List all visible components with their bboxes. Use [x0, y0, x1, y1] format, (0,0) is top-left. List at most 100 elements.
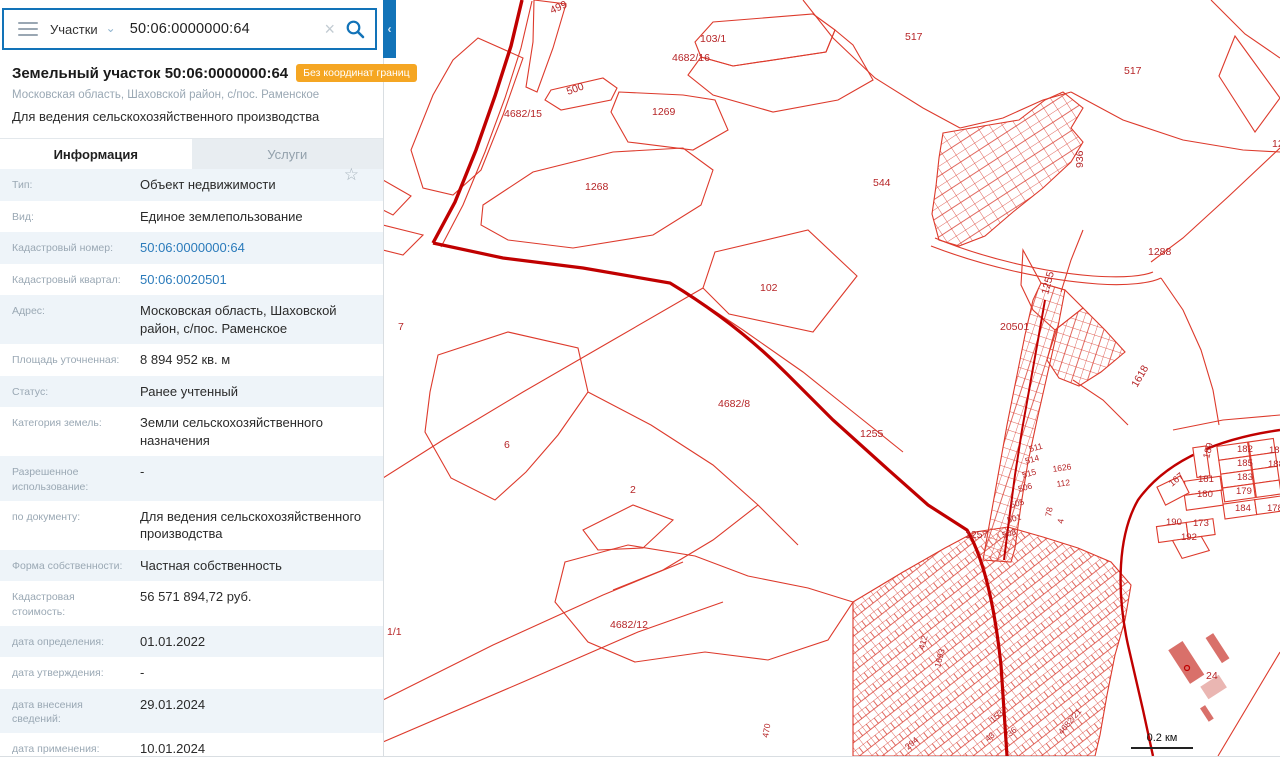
map-parcel-label: 1268 — [585, 181, 609, 193]
map-parcel-label: 181 — [1198, 474, 1214, 485]
row-value: Ранее учтенный — [140, 383, 238, 399]
row-label: Форма собственности: — [12, 559, 123, 572]
row-value: 01.01.2022 — [140, 633, 206, 649]
parcel-info-panel: Участки ⌄ 50:06:0000000:64 × Земельный у… — [0, 0, 417, 756]
app-window: Участки ⌄ 50:06:0000000:64 × Земельный у… — [0, 0, 1280, 762]
row-label: Статус: — [12, 385, 49, 398]
map-parcel-label: 24 — [1206, 670, 1218, 682]
row-value: 8 894 952 кв. м — [140, 352, 231, 368]
map-parcel-label: 7 — [398, 321, 404, 333]
table-row: Тип: Объект недвижимости — [0, 169, 383, 201]
map-parcel-label: 1269 — [652, 106, 676, 118]
table-row: Кадастровый квартал: 50:06:0020501 — [0, 264, 383, 296]
collapse-panel-button[interactable]: ‹ — [383, 0, 396, 58]
settlement-grid-areas — [852, 91, 1132, 757]
clear-search-icon[interactable]: × — [324, 20, 335, 38]
row-label: Тип: — [12, 179, 33, 191]
map-parcel-label: 936 — [1074, 150, 1086, 168]
row-value: Единое землепользование — [140, 208, 303, 224]
row-value: Земли сельскохозяйственного назначения — [140, 415, 323, 448]
map-parcel-label: 180 — [1197, 489, 1213, 500]
row-label: дата применения: — [12, 743, 100, 756]
row-label: Кадастровая стоимость: — [12, 591, 75, 618]
row-label: дата определения: — [12, 635, 105, 648]
map-area[interactable]: 499 103/1 4682/16 517 517 500 1269 4682/15 1268 5… — [382, 0, 1280, 757]
map-parcel-label: 1618 — [1129, 363, 1151, 389]
row-label: Категория земель: — [12, 417, 102, 430]
row-value: Для ведения сельскохозяйственного произв… — [140, 508, 362, 542]
map-parcel-label: 103/1 — [700, 33, 726, 45]
favorite-star-icon[interactable]: ☆ — [344, 166, 359, 183]
map-parcel-label: 1626 — [1052, 461, 1072, 474]
row-label: дата утверждения: — [12, 667, 104, 680]
search-bar[interactable]: Участки ⌄ 50:06:0000000:64 × — [2, 8, 377, 50]
row-label: Вид: — [12, 210, 34, 223]
parcel-attributes-table: Тип: Объект недвижимости Вид: Единое землеп… — [0, 169, 383, 762]
map-parcel-label: 188 — [1268, 459, 1280, 470]
parcel-usage-subtitle: Для ведения сельскохозяйственного произв… — [12, 109, 320, 124]
row-label: Кадастровый номер: — [12, 242, 114, 255]
map-parcel-label: 186 — [1269, 445, 1280, 456]
map-parcel-label: 189 — [1201, 442, 1216, 460]
parcel-address-subtitle: Московская область, Шаховской район, с/п… — [12, 89, 320, 101]
map-parcel-label: 2 — [630, 484, 636, 496]
map-parcel-label: 517 — [1124, 65, 1142, 77]
table-row: Статус: Ранее учтенный — [0, 375, 383, 408]
map-parcel-label: 102 — [760, 282, 778, 294]
numbered-parcel-blocks — [1155, 437, 1280, 560]
map-parcel-label: 184 — [1235, 503, 1251, 514]
map-parcel-label: 544 — [873, 177, 891, 189]
map-parcel-label: 1257 — [965, 529, 989, 541]
table-row: дата определения: 01.01.2022 — [0, 625, 383, 658]
menu-icon[interactable] — [18, 18, 38, 40]
tab-bar: Информация Услуги — [0, 138, 383, 169]
table-row: Кадастровый номер: 50:06:0000000:64 — [0, 232, 383, 264]
cadastral-map[interactable]: 499103/14682/1651751750012694682/151268 5… — [382, 0, 1280, 757]
map-parcel-label: 1288 — [1148, 246, 1172, 258]
map-parcel-label: 182 — [1237, 444, 1253, 455]
row-label: Площадь уточненная: — [12, 354, 120, 367]
row-value-link[interactable]: 50:06:0020501 — [130, 271, 375, 289]
search-input[interactable]: 50:06:0000000:64 — [130, 21, 315, 37]
table-row: Площадь уточненная: 8 894 952 кв. м — [0, 344, 383, 376]
map-parcel-label: 185 — [1237, 458, 1253, 469]
table-row: Форма собственности: Частная собственност… — [0, 549, 383, 582]
table-row: дата утверждения: - — [0, 657, 383, 689]
table-row: Кадастровая стоимость: 56 571 894,72 руб. — [0, 581, 383, 625]
row-value: 29.01.2024 — [140, 696, 206, 712]
table-row: Вид: Единое землепользование — [0, 201, 383, 233]
table-row: по документу: Для ведения сельскохозяйств… — [0, 501, 383, 550]
row-label: дата внесения сведений: — [12, 698, 83, 726]
map-parcel-label: 4682/16 — [672, 52, 710, 64]
chevron-down-icon[interactable]: ⌄ — [106, 21, 116, 35]
parcel-header: Земельный участок 50:06:0000000:64 Без к… — [0, 52, 417, 183]
table-row: дата применения: 10.01.2024 — [0, 733, 383, 762]
map-parcel-label: 511 — [1028, 441, 1044, 454]
map-parcel-label: 4682/15 — [504, 108, 542, 120]
table-row: дата внесения сведений: 29.01.2024 — [0, 688, 383, 734]
map-parcel-label: 4682/8 — [718, 398, 750, 410]
map-parcel-label: 179 — [1236, 486, 1252, 497]
row-value: - — [140, 665, 145, 681]
map-parcel-label: 178 — [1267, 503, 1280, 514]
search-icon[interactable] — [345, 19, 365, 39]
search-category-select[interactable]: Участки — [50, 22, 98, 37]
row-value: - — [140, 464, 145, 480]
map-parcel-label: 78 — [1043, 506, 1055, 517]
row-label: Адрес: — [12, 305, 45, 318]
map-parcel-label: 112 — [1056, 477, 1071, 489]
row-label: Разрешенное использование: — [12, 466, 89, 493]
no-borders-badge: Без координат границ — [296, 64, 417, 82]
map-parcel-label: 173 — [1193, 518, 1209, 529]
table-row: Разрешенное использование: - — [0, 456, 383, 501]
tab-information[interactable]: Информация — [0, 139, 192, 169]
map-parcel-label: 1/1 — [387, 626, 402, 638]
map-parcel-label: 1255 — [860, 428, 884, 440]
row-value: Объект недвижимости — [140, 177, 276, 192]
row-value: 10.01.2024 — [140, 741, 206, 757]
table-row: Категория земель: Земли сельскохозяйствен… — [0, 407, 383, 456]
map-scale-bar: 0.2 км — [1131, 732, 1193, 749]
row-value-link[interactable]: 50:06:0000000:64 — [130, 239, 375, 257]
map-parcel-label: 517 — [905, 31, 923, 43]
map-parcel-label: 183 — [1237, 472, 1253, 483]
